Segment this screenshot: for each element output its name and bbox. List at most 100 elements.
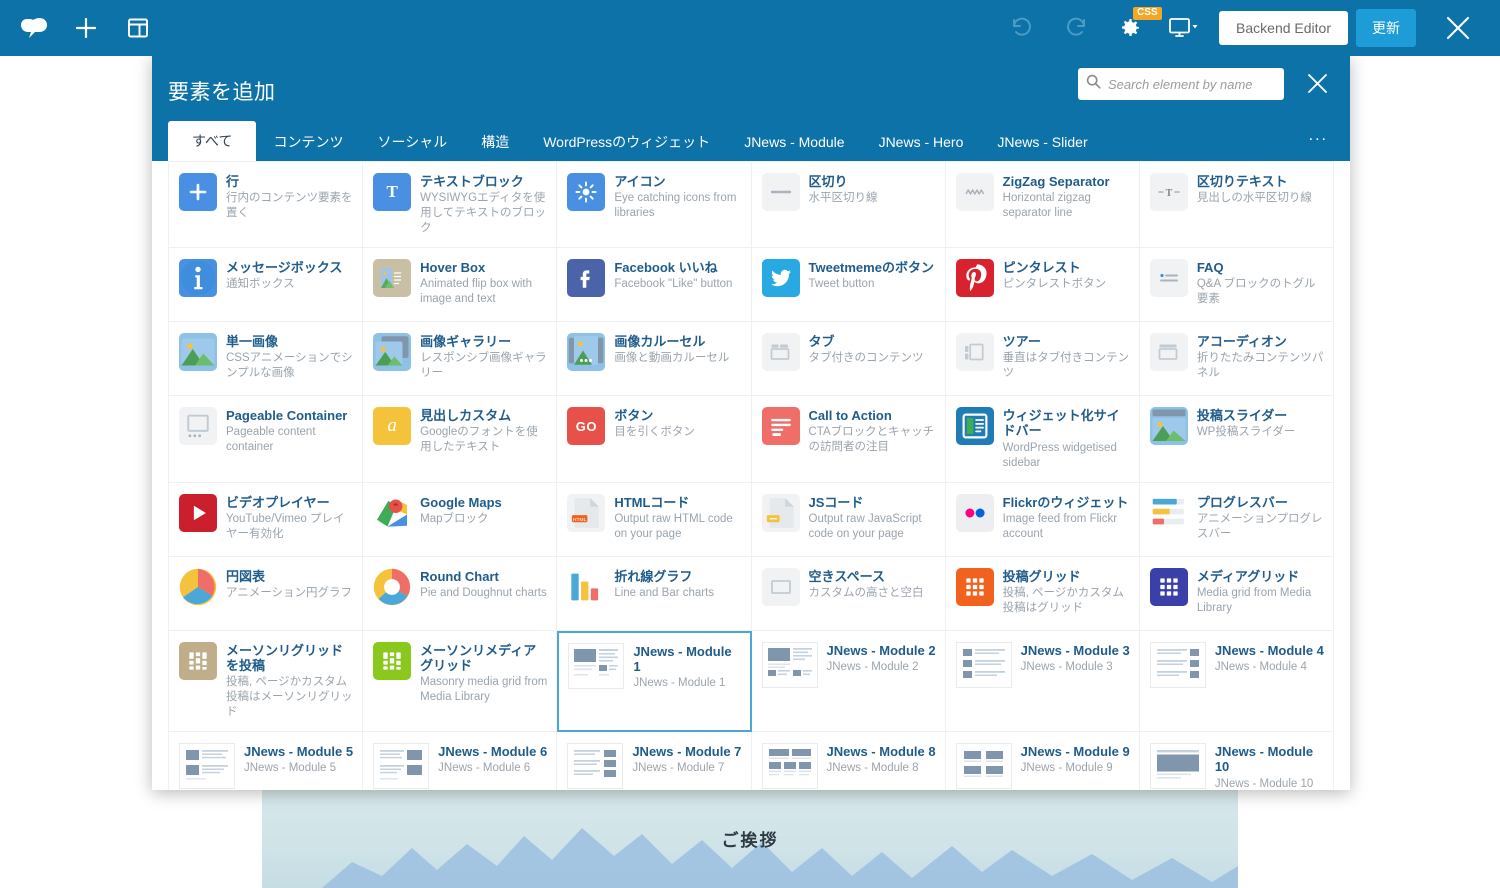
modal-close-icon[interactable] [1302, 68, 1332, 98]
element-card[interactable]: Tweetmemeのボタン Tweet button [751, 248, 946, 323]
module-7-thumb [567, 743, 624, 790]
element-card[interactable]: 画像カルーセル 画像と動画カルーセル [557, 322, 752, 397]
media-grid-icon [1149, 567, 1188, 606]
element-card[interactable]: Round Chart Pie and Doughnut charts [363, 556, 558, 631]
element-card[interactable]: Call to Action CTAブロックとキャッチの訪問者の注目 [751, 396, 946, 483]
tab-0[interactable]: すべて [168, 121, 257, 161]
element-description: Line and Bar charts [614, 587, 715, 599]
element-card[interactable]: 画像ギャラリー レスポンシブ画像ギャラリー [363, 322, 558, 397]
image-carousel-icon [567, 333, 606, 372]
element-description: Media grid from Media Library [1196, 587, 1312, 614]
jnews-module-card[interactable]: JNews - Module 8 JNews - Module 8 [751, 732, 946, 790]
element-card[interactable]: T 区切りテキスト 見出しの水平区切り線 [1139, 162, 1334, 249]
jnews-module-card[interactable]: JNews - Module 2 JNews - Module 2 [751, 630, 946, 733]
element-card[interactable]: メディアグリッド Media grid from Media Library [1139, 556, 1334, 631]
tab-4[interactable]: WordPressのウィジェット [526, 123, 727, 161]
element-card[interactable]: プログレスバー アニメーションプログレスバー [1139, 482, 1334, 557]
element-card[interactable]: ウィジェット化サイドバー WordPress widgetised sidebar [945, 396, 1140, 483]
element-card[interactable]: メッセージボックス 通知ボックス [169, 248, 364, 323]
image-icon [179, 333, 217, 372]
element-card-text: 見出しカスタム Googleのフォントを使用したテキスト [420, 407, 547, 455]
element-card[interactable]: JSコード Output raw JavaScript code on your … [751, 482, 946, 557]
search-box[interactable] [1078, 68, 1284, 100]
jnews-module-text: JNews - Module 8 JNews - Module 8 [827, 743, 936, 776]
jnews-module-description: JNews - Module 8 [826, 762, 919, 775]
tab-3[interactable]: 構造 [464, 123, 526, 161]
jnews-module-card[interactable]: JNews - Module 10 JNews - Module 10 [1139, 732, 1334, 790]
element-card[interactable]: 区切り 水平区切り線 [751, 162, 946, 249]
redo-icon[interactable] [1049, 0, 1103, 56]
jnews-module-text: JNews - Module 6 JNews - Module 6 [438, 743, 547, 776]
element-description: 折りたたみコンテンツパネル [1196, 352, 1324, 380]
plus-icon[interactable] [60, 0, 112, 56]
element-card[interactable]: メーソンリグリッドを投稿 投稿, ページかカスタム投稿はメーソンリグリッド [169, 630, 364, 733]
jnews-module-card[interactable]: JNews - Module 1 JNews - Module 1 [557, 630, 752, 733]
element-description: レスポンシブ画像ギャラリー [420, 352, 547, 380]
element-card[interactable]: FAQ Q&A ブロックのトグル要素 [1139, 248, 1334, 323]
element-description: Facebook "Like" button [614, 278, 733, 291]
jnews-module-card[interactable]: JNews - Module 9 JNews - Module 9 [945, 732, 1140, 790]
element-card[interactable]: 投稿スライダー WP投稿スライダー [1139, 396, 1334, 483]
element-card-text: FAQ Q&A ブロックのトグル要素 [1197, 259, 1324, 307]
element-card[interactable]: ビデオプレイヤー YouTube/Vimeo プレイヤー有効化 [169, 482, 364, 557]
element-card[interactable]: 円図表 アニメーション円グラフ [169, 556, 364, 631]
element-card[interactable]: Google Maps Mapブロック [363, 482, 558, 557]
undo-icon[interactable] [995, 0, 1049, 56]
element-card[interactable]: T テキストブロック WYSIWYGエディタを使用してテキストのブロック [363, 162, 558, 249]
jnews-module-text: JNews - Module 2 JNews - Module 2 [827, 642, 936, 675]
element-name: Flickrのウィジェット [1002, 494, 1129, 510]
jnews-module-card[interactable]: JNews - Module 3 JNews - Module 3 [945, 630, 1140, 733]
element-card[interactable]: Facebook いいね Facebook "Like" button [557, 248, 752, 323]
jnews-module-name: JNews - Module 10 [1214, 744, 1314, 775]
tab-6[interactable]: JNews - Hero [862, 123, 981, 161]
tab-7[interactable]: JNews - Slider [980, 123, 1104, 161]
pageable-container-icon [179, 407, 217, 446]
update-button[interactable]: 更新 [1356, 9, 1416, 47]
element-card[interactable]: アコーディオン 折りたたみコンテンツパネル [1139, 322, 1334, 397]
element-card[interactable]: 投稿グリッド 投稿, ページかカスタム投稿はグリッド [945, 556, 1140, 631]
gear-icon[interactable]: CSS [1103, 0, 1162, 56]
jnews-module-card[interactable]: JNews - Module 6 JNews - Module 6 [363, 732, 558, 790]
element-card[interactable]: Hover Box Animated flip box with image an… [363, 248, 558, 323]
element-card-text: アイコン Eye catching icons from libraries [614, 173, 741, 221]
element-card-text: 折れ線グラフ Line and Bar charts [614, 568, 714, 601]
close-icon[interactable] [1430, 0, 1486, 56]
jnews-module-card[interactable]: JNews - Module 5 JNews - Module 5 [169, 732, 364, 790]
element-card[interactable]: タブ タブ付きのコンテンツ [751, 322, 946, 397]
jnews-module-card[interactable]: JNews - Module 4 JNews - Module 4 [1139, 630, 1334, 733]
element-card[interactable]: HTML HTMLコード Output raw HTML code on your … [557, 482, 752, 557]
element-card-text: Pageable Container Pageable content conta… [226, 407, 353, 455]
monitor-icon[interactable] [1157, 0, 1211, 56]
element-card[interactable]: ピンタレスト ピンタレストボタン [945, 248, 1140, 323]
element-name: HTMLコード [614, 494, 690, 510]
element-card[interactable]: メーソンリメディアグリッド Masonry media grid from Med… [363, 630, 558, 733]
info-circle-icon [179, 259, 217, 298]
go-button-icon: GO [567, 407, 606, 446]
tab-1[interactable]: コンテンツ [256, 123, 360, 161]
element-card[interactable]: ZigZag Separator Horizontal zigzag separa… [945, 162, 1140, 249]
element-card[interactable]: ツアー 垂直はタブ付きコンテンツ [945, 322, 1140, 397]
jnews-module-card[interactable]: JNews - Module 7 JNews - Module 7 [557, 732, 752, 790]
element-card[interactable]: アイコン Eye catching icons from libraries [557, 162, 752, 249]
separator-text-icon: T [1149, 173, 1188, 211]
element-description: ピンタレストボタン [1002, 278, 1107, 291]
element-card[interactable]: 行行内のコンテンツ要素を置く [169, 162, 364, 249]
element-card[interactable]: a 見出しカスタム Googleのフォントを使用したテキスト [363, 396, 558, 483]
element-card-text: Facebook いいね Facebook "Like" button [614, 259, 732, 292]
element-card[interactable]: Pageable Container Pageable content conta… [169, 396, 364, 483]
tab-2[interactable]: ソーシャル [360, 123, 464, 161]
element-card[interactable]: 折れ線グラフ Line and Bar charts [557, 556, 752, 631]
element-card-text: プログレスバー アニメーションプログレスバー [1197, 494, 1324, 542]
element-grid-scroll[interactable]: 行行内のコンテンツ要素を置く T テキストブロック WYSIWYGエディタを使用してテ… [152, 161, 1350, 790]
backend-editor-button[interactable]: Backend Editor [1219, 11, 1348, 45]
element-card[interactable]: 空きスペース カスタムの高さと空白 [751, 556, 946, 631]
cloud-logo-icon[interactable] [8, 0, 60, 56]
layout-template-icon[interactable] [112, 0, 164, 56]
tab-5[interactable]: JNews - Module [727, 123, 861, 161]
element-card[interactable]: GO ボタン 目を引くボタン [557, 396, 752, 483]
tabs-overflow-button[interactable]: ... [1287, 115, 1350, 161]
element-card[interactable]: Flickrのウィジェット Image feed from Flickr acco… [945, 482, 1140, 557]
text-t-icon: T [373, 173, 412, 211]
search-input[interactable] [1106, 75, 1276, 93]
element-card[interactable]: 単一画像 CSSアニメーションでシンプルな画像 [169, 322, 364, 397]
